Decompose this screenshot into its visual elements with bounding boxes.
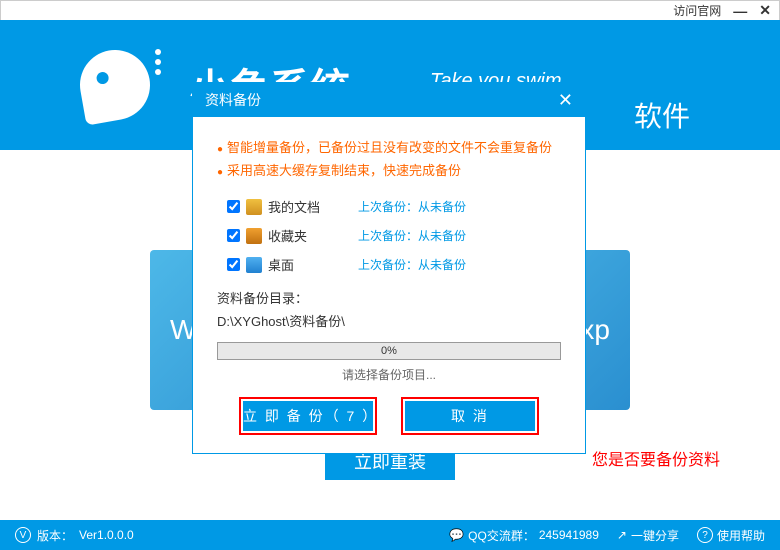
bubbles-icon [155, 45, 161, 79]
backup-item-desktop: 桌面 上次备份：从未备份 [227, 255, 561, 274]
share-icon: ↗ [617, 528, 627, 542]
favorites-icon [246, 228, 262, 244]
last-backup-text: 上次备份：从未备份 [358, 227, 466, 244]
version-icon: V [15, 527, 31, 543]
backup-now-button[interactable]: 立 即 备 份（ 7 ） [243, 401, 373, 431]
cancel-button[interactable]: 取 消 [405, 401, 535, 431]
checkbox-desktop[interactable] [227, 258, 240, 271]
highlight-box: 立 即 备 份（ 7 ） [239, 397, 377, 435]
version-label: 版本： [37, 527, 73, 544]
help-button[interactable]: ? 使用帮助 [697, 527, 765, 544]
backup-path-value: D:\XYGhost\资料备份\ [217, 311, 561, 330]
documents-icon [246, 199, 262, 215]
chat-icon: 💬 [449, 528, 464, 542]
checkbox-favorites[interactable] [227, 229, 240, 242]
item-label: 收藏夹 [268, 226, 358, 245]
close-button[interactable]: ✕ [759, 2, 771, 19]
item-label: 我的文档 [268, 197, 358, 216]
last-backup-text: 上次备份：从未备份 [358, 198, 466, 215]
status-text: 请选择备份项目... [217, 366, 561, 383]
version-value: Ver1.0.0.0 [79, 528, 134, 542]
backup-path-label: 资料备份目录： [217, 288, 561, 307]
share-button[interactable]: ↗ 一键分享 [617, 527, 679, 544]
last-backup-text: 上次备份：从未备份 [358, 256, 466, 273]
backup-item-documents: 我的文档 上次备份：从未备份 [227, 197, 561, 216]
official-site-link[interactable]: 访问官网 [673, 2, 721, 19]
help-icon: ? [697, 527, 713, 543]
footer: V 版本： Ver1.0.0.0 💬 QQ交流群： 245941989 ↗ 一键… [0, 520, 780, 550]
info-text-1: 智能增量备份，已备份过且没有改变的文件不会重复备份 [217, 137, 561, 156]
fish-icon [74, 44, 155, 125]
desktop-icon [246, 257, 262, 273]
subbrand: 软件 [634, 95, 690, 135]
progress-bar: 0% [217, 342, 561, 360]
highlight-box: 取 消 [401, 397, 539, 435]
backup-modal: 资料备份 ✕ 智能增量备份，已备份过且没有改变的文件不会重复备份 采用高速大缓存… [192, 82, 586, 454]
backup-item-favorites: 收藏夹 上次备份：从未备份 [227, 226, 561, 245]
minimize-button[interactable]: — [733, 3, 747, 19]
qq-group[interactable]: 💬 QQ交流群： 245941989 [449, 527, 599, 544]
item-label: 桌面 [268, 255, 358, 274]
modal-close-icon[interactable]: ✕ [558, 90, 573, 111]
annotation-text: 您是否要备份资料 [592, 446, 720, 470]
modal-title: 资料备份 [205, 90, 261, 110]
info-text-2: 采用高速大缓存复制结束，快速完成备份 [217, 160, 561, 179]
checkbox-documents[interactable] [227, 200, 240, 213]
